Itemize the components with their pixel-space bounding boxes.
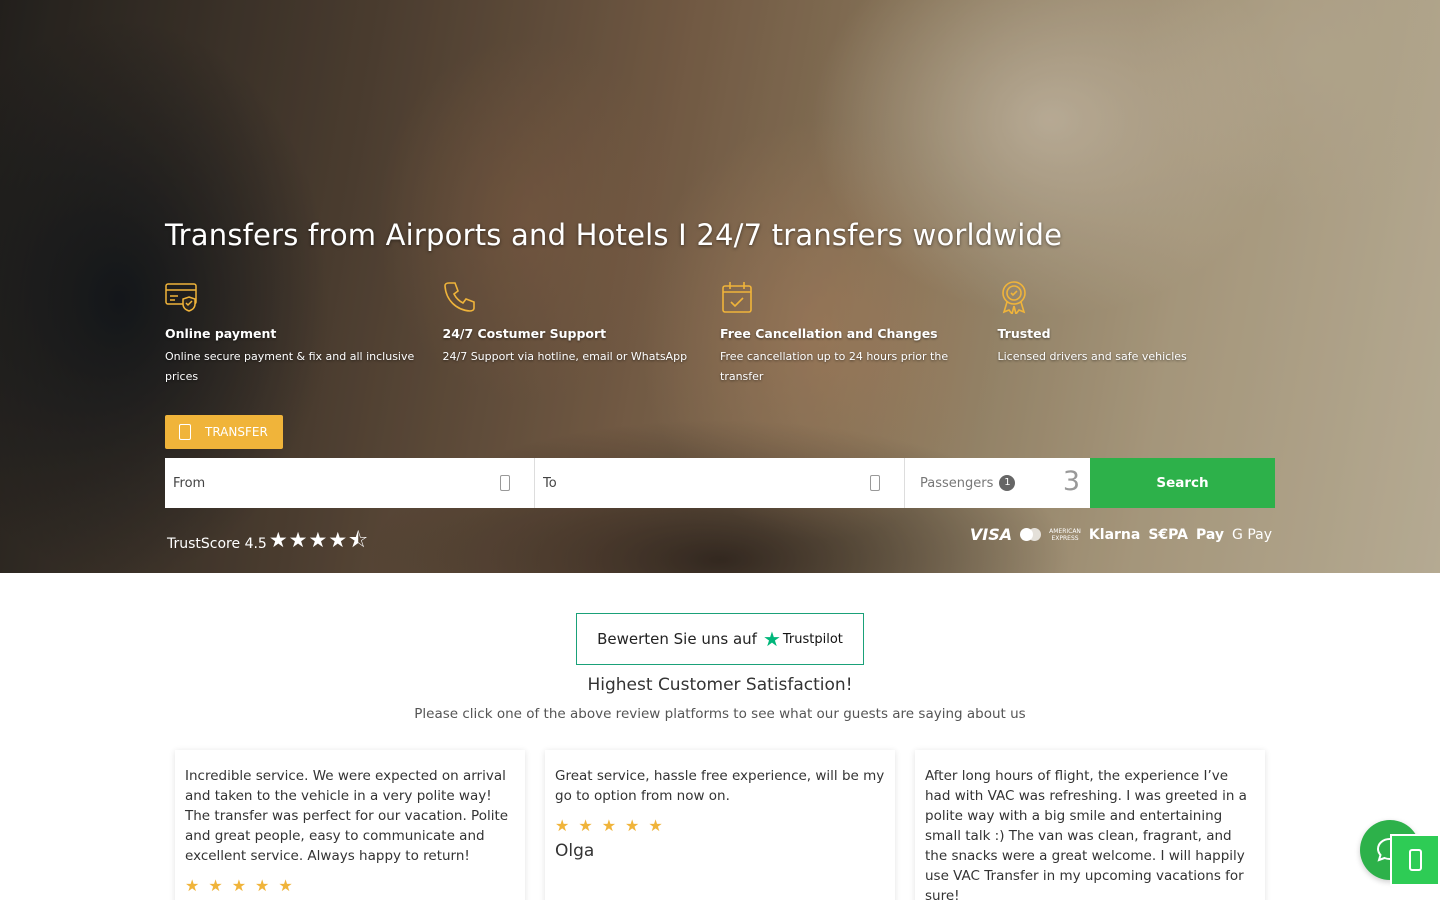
trustscore-widget[interactable]: TrustScore 4.5 ★★★★⯪ [167, 526, 369, 561]
review-text: After long hours of flight, the experien… [925, 768, 1247, 900]
feature-trusted: Trusted Licensed drivers and safe vehicl… [998, 280, 1276, 387]
feature-desc: Online secure payment & fix and all incl… [165, 350, 415, 383]
google-pay-logo: G Pay [1232, 526, 1272, 543]
from-field-container [165, 458, 535, 508]
feature-online-payment: Online payment Online secure payment & f… [165, 280, 443, 387]
phone-icon [1408, 849, 1422, 871]
feature-desc: 24/7 Support via hotline, email or Whats… [442, 350, 688, 363]
passengers-count: 3 [1062, 466, 1080, 497]
hero-title: Transfers from Airports and Hotels I 24/… [165, 218, 1063, 252]
search-form: Passengers 1 3 Search [165, 458, 1275, 508]
apple-pay-logo: Pay [1196, 527, 1224, 543]
mastercard-logo [1020, 528, 1042, 541]
trustscore-stars: ★★★★⯪ [268, 528, 370, 552]
feature-support: 24/7 Costumer Support 24/7 Support via h… [443, 280, 721, 387]
amex-logo: AMERICAN EXPRESS [1049, 528, 1081, 542]
review-card: After long hours of flight, the experien… [915, 750, 1265, 900]
amex-top-text: AMERICAN [1049, 527, 1081, 535]
feature-title: 24/7 Costumer Support [442, 326, 607, 341]
sepa-logo: S€PA [1148, 526, 1188, 543]
feature-desc: Free cancellation up to 24 hours prior t… [720, 350, 949, 383]
phone-icon [443, 282, 475, 312]
trustpilot-review-button[interactable]: Bewerten Sie uns auf ★ Trustpilot [576, 613, 864, 665]
review-card: Incredible service. We were expected on … [175, 750, 525, 900]
features-row: Online payment Online secure payment & f… [165, 280, 1275, 387]
review-text: Great service, hassle free experience, w… [555, 768, 885, 804]
passengers-label: Passengers [920, 475, 994, 491]
to-field-container [535, 458, 905, 508]
calendar-check-icon [722, 282, 752, 313]
trustpilot-prefix: Bewerten Sie uns auf [597, 630, 757, 648]
klarna-logo: Klarna [1088, 526, 1141, 543]
review-card: Great service, hassle free experience, w… [545, 750, 895, 900]
satisfaction-subtitle: Please click one of the above review pla… [414, 706, 1026, 722]
location-icon [870, 475, 880, 491]
trustpilot-brand: Trustpilot [782, 631, 843, 647]
credit-card-shield-icon [165, 283, 197, 312]
satisfaction-title: Highest Customer Satisfaction! [587, 675, 853, 695]
payment-methods: VISA AMERICAN EXPRESS Klarna S€PA Pay G … [962, 525, 1272, 544]
passengers-field[interactable]: Passengers 1 3 [905, 458, 1090, 508]
passengers-badge: 1 [999, 475, 1016, 491]
reviews-list: Incredible service. We were expected on … [175, 750, 1267, 900]
review-stars: ★★★★★ [555, 816, 672, 835]
whatsapp-button[interactable] [1390, 834, 1440, 886]
award-badge-icon [1001, 281, 1026, 316]
feature-desc: Licensed drivers and safe vehicles [997, 350, 1187, 363]
location-icon [500, 475, 510, 491]
review-text: Incredible service. We were expected on … [185, 768, 509, 864]
visa-logo: VISA [969, 525, 1013, 544]
feature-title: Free Cancellation and Changes [720, 326, 938, 341]
hero-banner: Transfers from Airports and Hotels I 24/… [0, 0, 1440, 573]
review-author: Olga [555, 841, 595, 861]
to-input[interactable] [543, 475, 843, 491]
car-icon [179, 424, 191, 440]
tab-transfer[interactable]: TRANSFER [165, 415, 283, 449]
trustscore-label: TrustScore 4.5 [167, 535, 267, 552]
feature-cancellation: Free Cancellation and Changes Free cance… [720, 280, 998, 387]
trustpilot-star-icon: ★ [762, 627, 781, 651]
feature-title: Trusted [997, 326, 1051, 341]
amex-bottom-text: EXPRESS [1051, 534, 1079, 542]
tab-transfer-label: TRANSFER [205, 425, 268, 439]
review-stars: ★★★★★ [185, 876, 302, 895]
apple-pay-text: Pay [1195, 526, 1225, 543]
trustpilot-logo: ★ Trustpilot [763, 627, 843, 651]
from-input[interactable] [173, 475, 473, 491]
search-button[interactable]: Search [1090, 458, 1275, 508]
feature-title: Online payment [165, 326, 277, 341]
